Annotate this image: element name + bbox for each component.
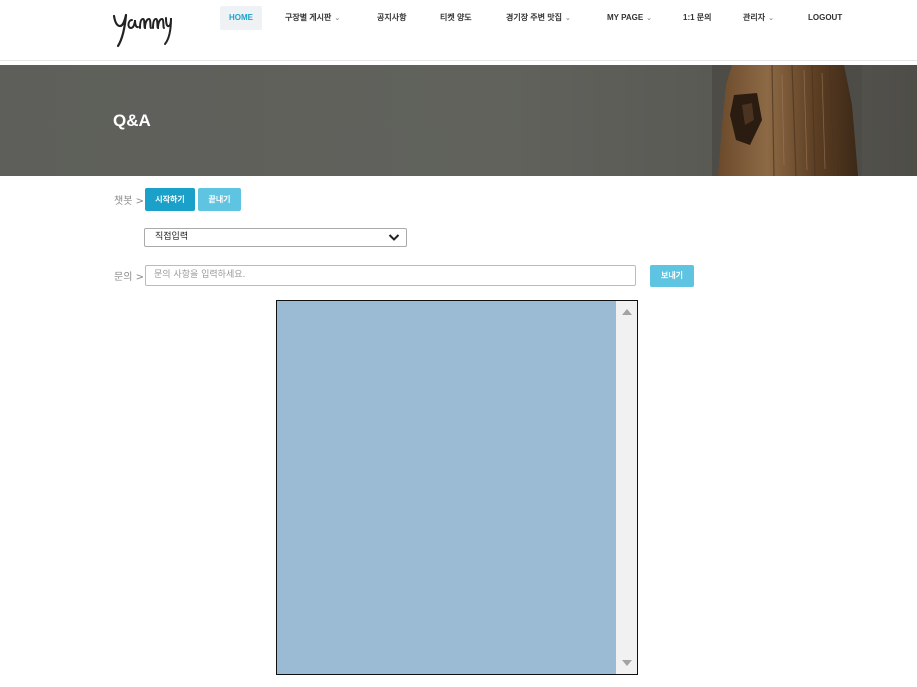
nav-stadium-board-label: 구장별 게시판: [285, 13, 332, 22]
nav-ticket-transfer[interactable]: 티켓 양도: [440, 6, 472, 30]
nav-ticket-transfer-label: 티켓 양도: [440, 13, 472, 22]
chat-scrollbar[interactable]: [616, 301, 637, 674]
nav-my-page[interactable]: MY PAGE ⌄: [607, 6, 652, 30]
chevron-down-icon: ⌄: [334, 15, 341, 22]
nav-stadium-board[interactable]: 구장별 게시판 ⌄: [285, 6, 340, 30]
inquiry-placeholder: 문의 사항을 입력하세요.: [154, 270, 246, 280]
nav-restaurants-label: 경기장 주변 맛집: [506, 13, 562, 22]
page-title: Q&A: [113, 111, 151, 130]
nav-admin[interactable]: 관리자 ⌄: [743, 6, 774, 30]
nav-one-on-one-label: 1:1 문의: [683, 13, 712, 22]
question-type-value: 직접입력: [155, 232, 189, 242]
wood-post-image: [712, 65, 862, 176]
site-header: HOME 구장별 게시판 ⌄ 공지사항 티켓 양도 경기장 주변 맛집 ⌄ MY P…: [0, 0, 917, 61]
nav-home[interactable]: HOME: [220, 6, 262, 30]
send-button[interactable]: 보내기: [650, 265, 694, 287]
chevron-down-icon: ⌄: [646, 15, 653, 22]
chat-window[interactable]: [276, 300, 638, 675]
nav-my-page-label: MY PAGE: [607, 13, 644, 22]
chevron-down-icon: [388, 234, 400, 241]
yammy-logo[interactable]: [110, 6, 172, 50]
nav-one-on-one[interactable]: 1:1 문의: [683, 6, 712, 30]
chatbot-start-button[interactable]: 시작하기: [145, 188, 195, 211]
inquiry-label: 문의 >: [114, 272, 144, 283]
nav-logout-label: LOGOUT: [808, 13, 843, 22]
nav-admin-label: 관리자: [743, 13, 766, 22]
nav-home-label: HOME: [229, 13, 253, 22]
chatbot-end-button[interactable]: 끝내기: [198, 188, 241, 211]
page-banner: Q&A: [0, 65, 917, 176]
scroll-down-arrow-icon[interactable]: [622, 660, 632, 666]
inquiry-input[interactable]: 문의 사항을 입력하세요.: [145, 265, 636, 286]
nav-logout[interactable]: LOGOUT: [808, 6, 842, 30]
chevron-down-icon: ⌄: [564, 15, 571, 22]
nav-notice[interactable]: 공지사항: [377, 6, 406, 30]
chevron-down-icon: ⌄: [768, 15, 774, 22]
scroll-up-arrow-icon[interactable]: [622, 309, 632, 315]
question-type-select[interactable]: 직접입력: [144, 228, 407, 247]
nav-restaurants[interactable]: 경기장 주변 맛집 ⌄: [506, 6, 571, 30]
nav-notice-label: 공지사항: [377, 13, 407, 22]
chatbot-label: 챗봇 >: [114, 196, 144, 207]
